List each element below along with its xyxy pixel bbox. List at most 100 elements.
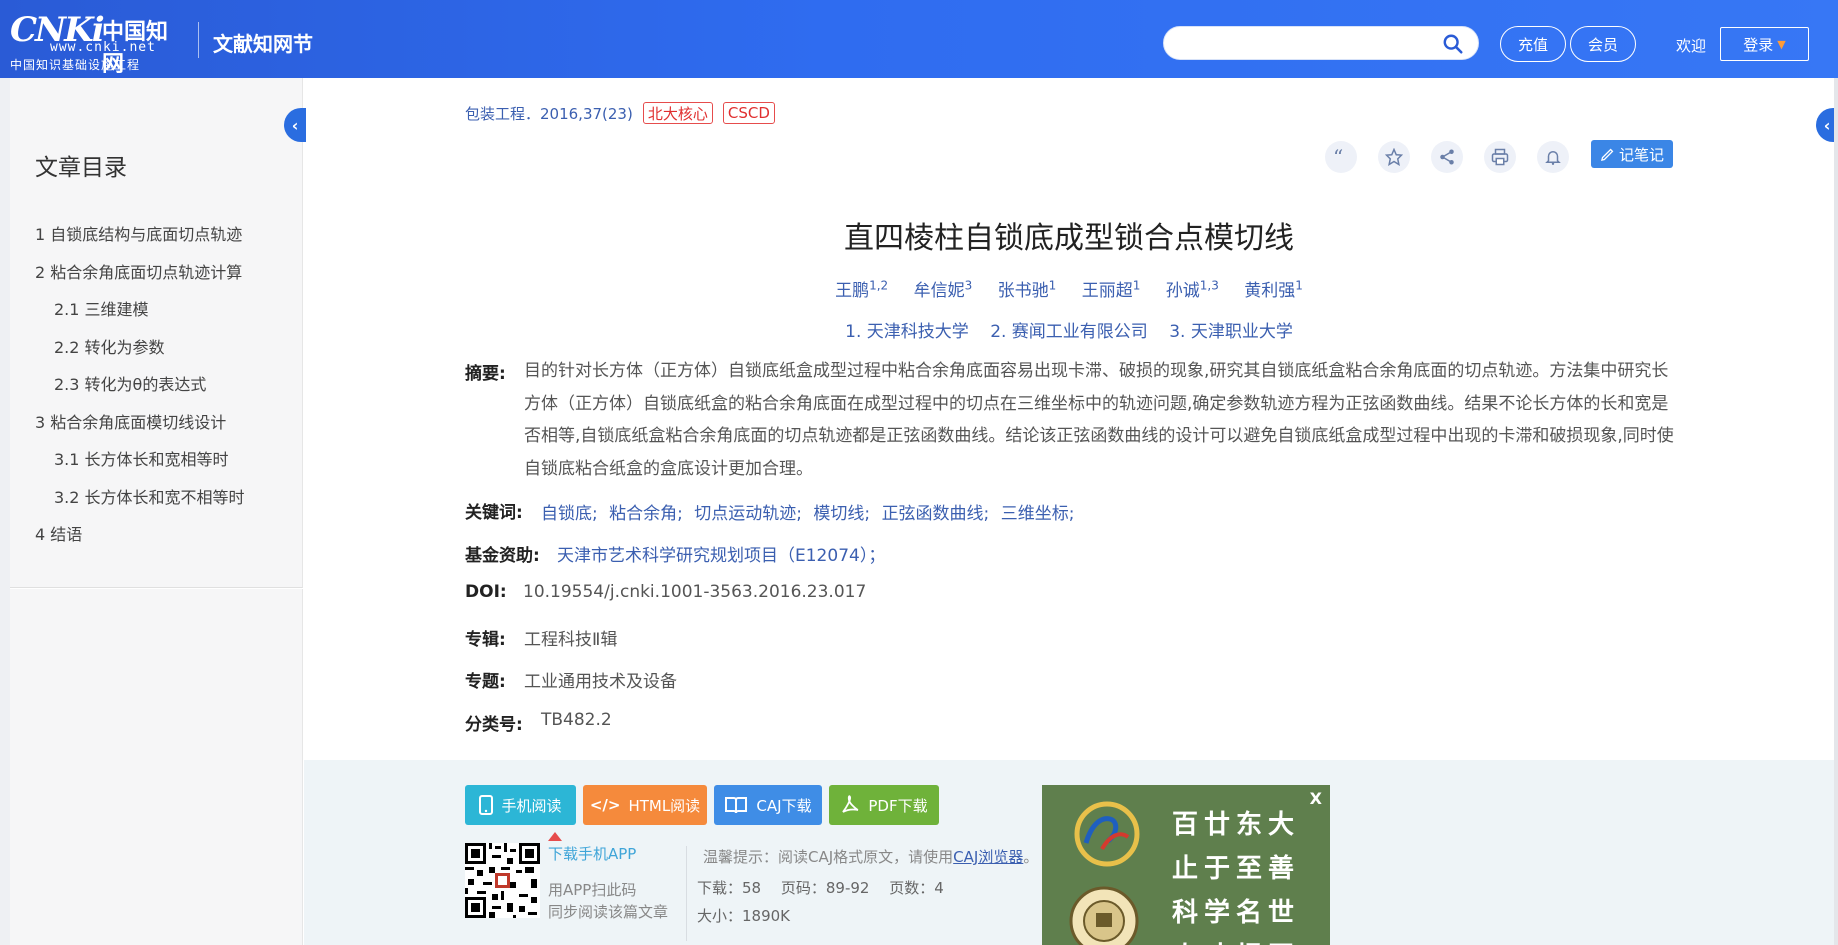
series-value: 工程科技Ⅱ辑 (524, 630, 618, 650)
left-lower-panel (10, 589, 303, 945)
search-icon[interactable] (1442, 33, 1464, 55)
keyword-list: 自锁底; 粘合余角; 切点运动轨迹; 模切线; 正弦函数曲线; 三维坐标; (541, 499, 1080, 524)
toc-item[interactable]: 3.1 长方体长和宽相等时 (54, 446, 229, 470)
svg-text:“: “ (1333, 148, 1343, 166)
share-button[interactable] (1431, 141, 1463, 173)
ad-line: 止于至善 (1172, 854, 1301, 884)
doi-label: DOI: (465, 582, 507, 602)
panel-divider (686, 846, 687, 941)
pdf-icon (842, 795, 859, 813)
member-button[interactable]: 会员 (1570, 26, 1636, 62)
keyword-link[interactable]: 正弦函数曲线; (882, 504, 990, 524)
left-gutter (0, 78, 10, 945)
keyword-link[interactable]: 切点运动轨迹; (694, 504, 802, 524)
caj-download-button[interactable]: CAJ下载 (714, 785, 822, 825)
toc-item[interactable]: 2.2 转化为参数 (54, 334, 165, 358)
favorite-button[interactable] (1378, 141, 1410, 173)
caj-tip: 温馨提示：阅读CAJ格式原文，请使用CAJ浏览器。 (703, 846, 1038, 867)
keyword-link[interactable]: 自锁底; (541, 504, 598, 524)
pdf-download-label: PDF下载 (868, 796, 928, 815)
author-link[interactable]: 孙诚1,3 (1166, 278, 1219, 301)
phone-icon (479, 795, 494, 815)
affiliation-link[interactable]: 3. 天津职业大学 (1169, 322, 1293, 342)
journal-source[interactable]: 包装工程．2016,37(23) (465, 103, 633, 124)
chevron-left-icon: ‹ (291, 115, 299, 135)
abstract-text: 目的针对长方体（正方体）自锁底纸盒成型过程中粘合余角底面容易出现卡滞、破损的现象… (524, 361, 1674, 479)
scan-hint-2: 同步阅读该篇文章 (548, 903, 669, 921)
toc-item[interactable]: 2 粘合余角底面切点轨迹计算 (35, 259, 242, 283)
print-button[interactable] (1484, 141, 1516, 173)
quote-button[interactable]: “ (1325, 141, 1357, 173)
class-value: TB482.2 (541, 710, 612, 730)
html-read-button[interactable]: </> HTML阅读 (583, 785, 707, 825)
core-tag: 北大核心 (642, 102, 713, 124)
caj-download-label: CAJ下载 (756, 796, 812, 815)
affiliation-link[interactable]: 1. 天津科技大学 (845, 322, 969, 342)
site-title[interactable]: 文献知网节 (213, 28, 313, 57)
welcome-text: 欢迎 (1676, 37, 1707, 55)
table-of-contents: 文章目录 1 自锁底结构与底面切点轨迹 2 粘合余角底面切点轨迹计算 2.1 三… (10, 78, 303, 588)
author-list: 王鹏1,2 牟信妮3 张书驰1 王丽超1 孙诚1,3 黄利强1 (465, 276, 1673, 301)
code-icon: </> (589, 796, 621, 814)
author-link[interactable]: 张书驰1 (998, 278, 1057, 301)
toc-item[interactable]: 3.2 长方体长和宽不相等时 (54, 484, 245, 508)
star-icon (1385, 148, 1403, 166)
logo-subtitle: 中国知识基础设施工程 (10, 58, 141, 72)
toc-item[interactable]: 1 自锁底结构与底面切点轨迹 (35, 221, 242, 245)
fund-label: 基金资助: (465, 546, 540, 566)
note-button[interactable]: 记笔记 (1591, 140, 1673, 168)
pdf-download-button[interactable]: PDF下载 (829, 785, 939, 825)
recharge-button[interactable]: 充值 (1500, 26, 1566, 62)
ad-line: 人才报国 (1172, 935, 1300, 945)
close-icon[interactable]: X (1310, 789, 1322, 808)
toc-title: 文章目录 (35, 155, 127, 181)
topic-label: 专题: (465, 672, 506, 692)
search-input[interactable] (1163, 26, 1479, 60)
class-label: 分类号: (465, 715, 523, 735)
login-label: 登录 (1743, 35, 1774, 54)
login-button[interactable]: 登录 ▼ (1720, 27, 1809, 61)
university-seal-icon (1069, 886, 1139, 945)
caj-browser-link[interactable]: CAJ浏览器 (953, 848, 1023, 866)
scan-hint-1: 用APP扫此码 (548, 881, 637, 899)
article-title: 直四棱柱自锁底成型锁合点模切线 (844, 221, 1294, 256)
printer-icon (1491, 148, 1509, 166)
ad-slogan: 百廿东大 止于至善 科学名世 人才报国 (1172, 803, 1300, 945)
cnki-logo[interactable]: CNKi 中国知网 www.cnki.net 中国知识基础设施工程 (10, 10, 186, 77)
affiliation-link[interactable]: 2. 赛闻工业有限公司 (990, 322, 1148, 342)
note-label: 记笔记 (1618, 145, 1664, 164)
keyword-link[interactable]: 模切线; (813, 504, 870, 524)
header-divider (198, 22, 199, 58)
html-read-label: HTML阅读 (628, 796, 701, 815)
right-scroll-edge (1834, 78, 1838, 945)
caj-tip-prefix: 温馨提示：阅读CAJ格式原文，请使用 (703, 848, 954, 866)
chevron-left-icon: ‹ (1823, 115, 1831, 135)
author-link[interactable]: 王鹏1,2 (835, 278, 888, 301)
topic-value: 工业通用技术及设备 (524, 672, 677, 692)
mobile-read-button[interactable]: 手机阅读 (465, 785, 576, 825)
subscribe-button[interactable] (1537, 141, 1569, 173)
qr-code (465, 843, 540, 918)
download-app-link[interactable]: 下载手机APP (548, 843, 636, 864)
keyword-link[interactable]: 粘合余角; (609, 504, 683, 524)
toc-item[interactable]: 3 粘合余角底面模切线设计 (35, 409, 226, 433)
toc-item[interactable]: 2.1 三维建模 (54, 296, 149, 320)
anniversary-logo-icon (1074, 801, 1140, 867)
file-size: 大小：1890K (697, 907, 791, 925)
chevron-down-icon: ▼ (1777, 37, 1786, 51)
author-link[interactable]: 王丽超1 (1082, 278, 1141, 301)
author-link[interactable]: 黄利强1 (1244, 278, 1303, 301)
toc-item[interactable]: 2.3 转化为θ的表达式 (54, 371, 206, 395)
keywords-label: 关键词: (465, 503, 523, 523)
fund-link[interactable]: 天津市艺术科学研究规划项目（E12074）； (557, 541, 885, 566)
caj-tip-suffix: 。 (1023, 848, 1039, 866)
abstract-label: 摘要: (465, 364, 506, 384)
keyword-link[interactable]: 三维坐标; (1001, 504, 1075, 524)
pencil-icon (1601, 148, 1614, 161)
book-icon (725, 797, 748, 814)
logo-url: www.cnki.net (50, 40, 156, 55)
toc-item[interactable]: 4 结语 (35, 521, 82, 545)
author-link[interactable]: 牟信妮3 (914, 278, 973, 301)
ad-line: 百廿东大 (1172, 810, 1301, 840)
advertisement-banner[interactable]: 百廿东大 止于至善 科学名世 人才报国 X (1042, 785, 1330, 945)
